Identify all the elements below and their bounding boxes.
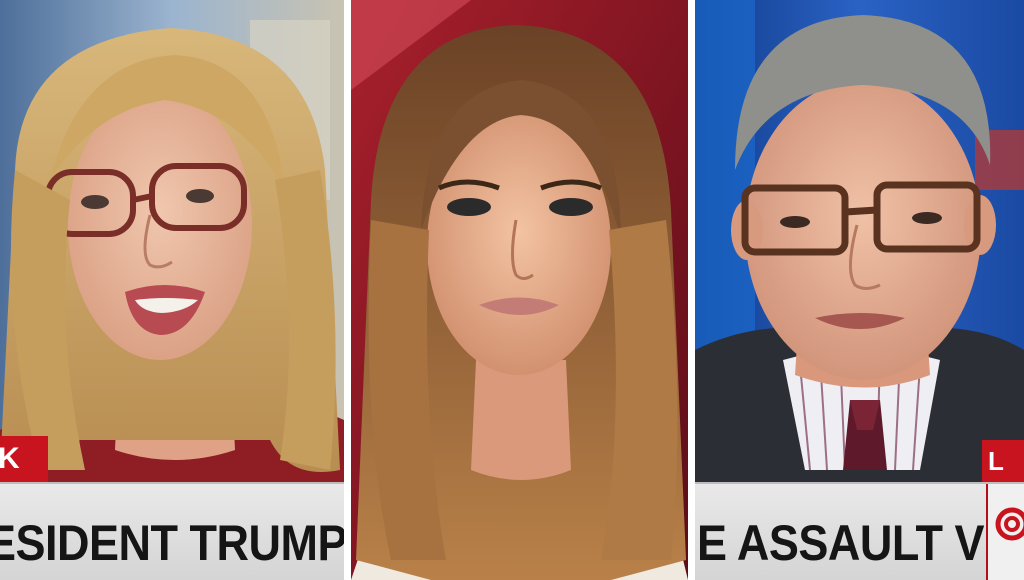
live-tag: L	[982, 440, 1024, 482]
chyron-bar: E ASSAULT VICTIMS	[695, 482, 1024, 580]
middle-portrait-panel	[351, 0, 688, 580]
panel-divider	[344, 0, 351, 580]
woman-portrait-photo	[351, 0, 688, 580]
panel-divider	[688, 0, 695, 580]
cnn-logo-icon	[986, 484, 1024, 580]
chyron-bar: ESIDENT TRUMP'S MI	[0, 482, 344, 580]
live-tag: K	[0, 436, 48, 482]
chyron-headline: ESIDENT TRUMP'S MI	[0, 514, 344, 572]
right-news-panel: L E ASSAULT VICTIMS	[695, 0, 1024, 580]
chyron-headline: E ASSAULT VICTIMS	[697, 514, 1024, 572]
left-news-panel: K ESIDENT TRUMP'S MI	[0, 0, 344, 580]
